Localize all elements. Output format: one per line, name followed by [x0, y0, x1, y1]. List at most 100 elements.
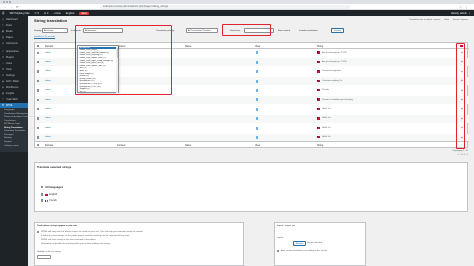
select-all-checkbox[interactable] — [37, 44, 40, 48]
sidebar-item-dashboard[interactable]: ◷ Dashboard — [0, 17, 28, 22]
sidebar-item-insights[interactable]: ▦ Insights — [0, 91, 28, 96]
row-checkbox[interactable] — [37, 98, 40, 101]
col-domain[interactable]: Domain — [45, 45, 53, 48]
row-checkbox[interactable] — [37, 60, 40, 64]
row-domain[interactable]: admin — [45, 136, 51, 138]
screen-options-tab[interactable]: Screen Options — [453, 19, 468, 21]
wordpress-logo-icon[interactable]: Ⓦ — [2, 11, 5, 15]
browse-file-button[interactable]: Browse — [293, 241, 307, 246]
french-checkbox[interactable] — [41, 199, 44, 202]
row-domain[interactable]: admin — [45, 117, 51, 119]
sidebar-item-tools[interactable]: ⚒ Tools — [0, 67, 28, 72]
col-name-footer[interactable]: Name — [185, 144, 191, 147]
view-document-icon[interactable] — [256, 107, 258, 111]
sidebar-item-posts[interactable]: ✎ Posts — [0, 23, 28, 28]
select-all-checkbox-footer[interactable] — [37, 143, 40, 147]
row-domain[interactable]: admin — [45, 61, 51, 63]
forward-arrow-icon[interactable]: → — [10, 5, 13, 9]
submenu-string-translation[interactable]: String Translation — [4, 127, 23, 129]
menu-dots-icon[interactable]: ⋮ — [465, 5, 468, 9]
domain-dropdown-list[interactable]: All domains admin_texts_plugin_ admin_text… — [77, 45, 119, 94]
language-row-english[interactable]: English — [41, 193, 57, 196]
view-document-icon[interactable] — [256, 98, 258, 102]
language-row-french[interactable]: French — [41, 199, 57, 202]
dropdown-scrollbar[interactable] — [116, 46, 118, 94]
collapse-menu-button[interactable]: Collapse menu — [4, 145, 19, 147]
view-document-icon[interactable] — [256, 117, 258, 121]
view-document-icon[interactable] — [256, 79, 258, 83]
seo-badge[interactable]: SEO — [79, 11, 89, 15]
row-checkbox[interactable] — [37, 107, 40, 111]
view-document-icon[interactable] — [256, 126, 258, 130]
col-string-footer[interactable]: String — [317, 144, 323, 147]
sidebar-item-appearance[interactable]: ✐ Appearance — [0, 49, 28, 54]
row-checkbox[interactable] — [37, 89, 40, 92]
include-translations-label[interactable]: Include translations — [299, 30, 318, 32]
create-translations-checkbox[interactable] — [277, 250, 280, 253]
submenu-support[interactable]: Support — [4, 141, 12, 143]
add-translation-plus-icon[interactable]: + — [461, 89, 463, 93]
help-tab[interactable]: Help — [444, 19, 449, 21]
view-document-icon[interactable] — [256, 60, 258, 64]
window-close-dot[interactable] — [3, 1, 5, 3]
view-document-icon[interactable] — [256, 135, 258, 139]
row-domain[interactable]: admin — [45, 127, 51, 129]
row-checkbox[interactable] — [37, 136, 40, 139]
view-document-icon[interactable] — [256, 70, 258, 74]
row-checkbox[interactable] — [37, 70, 40, 73]
exact-match-label[interactable]: Exact match — [278, 30, 290, 32]
search-input[interactable] — [244, 28, 274, 33]
updates-icon[interactable]: ⟳ 5 — [35, 12, 39, 15]
select-all-link[interactable]: (emails) to 20 records — [34, 36, 55, 38]
row-checkbox[interactable] — [37, 126, 40, 130]
add-translation-plus-icon[interactable]: + — [461, 79, 463, 83]
all-languages-row[interactable]: All languages — [41, 185, 63, 189]
pagination-links[interactable]: « ‹ 1 / 2 › » — [457, 154, 468, 156]
view-document-icon[interactable] — [256, 51, 258, 55]
submenu-settings[interactable]: Settings — [4, 137, 12, 139]
sidebar-item-settings[interactable]: ⚙ Settings — [0, 73, 28, 78]
add-translation-plus-icon[interactable]: + — [461, 136, 463, 140]
add-translation-plus-icon[interactable]: + — [461, 60, 463, 64]
language-switcher[interactable]: English — [66, 12, 75, 15]
english-checkbox[interactable] — [41, 193, 44, 196]
add-translation-plus-icon[interactable]: + — [461, 51, 463, 55]
submenu-menus-sync[interactable]: WP Menus Sync — [4, 123, 20, 125]
add-translation-plus-icon[interactable]: + — [461, 107, 463, 111]
row-domain[interactable]: admin — [45, 70, 51, 72]
reload-icon[interactable]: ⟳ — [16, 5, 19, 9]
col-context-footer[interactable]: Context — [117, 144, 125, 147]
howdy-link[interactable]: Howdy, admin — [451, 12, 467, 15]
row-domain[interactable]: admin — [45, 108, 51, 110]
col-name[interactable]: Name — [185, 45, 191, 48]
add-translation-plus-icon[interactable]: + — [461, 70, 463, 74]
sidebar-item-media[interactable]: ▣ Media — [0, 29, 28, 34]
search-button[interactable]: Search — [331, 28, 344, 33]
back-arrow-icon[interactable]: ← — [4, 5, 7, 9]
sidebar-item-plugins[interactable]: ⚙ Plugins — [0, 55, 28, 60]
dropdown-scroll-thumb[interactable] — [116, 48, 118, 58]
priority-select[interactable]: All Translation Priorities — [186, 28, 218, 33]
address-bar[interactable]: example.com/wp-admin/admin.php?page=mlan… — [100, 5, 350, 9]
sidebar-item-pages[interactable]: ▤ Pages — [0, 35, 28, 40]
row-domain[interactable]: admin — [45, 52, 51, 54]
row-checkbox[interactable] — [37, 79, 40, 83]
row-domain[interactable]: admin — [45, 80, 51, 82]
add-translation-plus-icon[interactable]: + — [461, 117, 463, 121]
sidebar-item-wordfence[interactable]: ◈ WordFence — [0, 85, 28, 90]
submenu-taxonomy-translation[interactable]: Taxonomy Translation — [4, 130, 25, 132]
col-domain-footer[interactable]: Domain — [45, 144, 53, 147]
submenu-packages[interactable]: Packages — [4, 134, 14, 136]
add-translation-plus-icon[interactable]: + — [461, 126, 463, 130]
submenu-translation-management[interactable]: Translations Management — [4, 113, 29, 115]
sidebar-item-acf[interactable]: ◆ ACF / Slider — [0, 79, 28, 84]
sidebar-item-users[interactable]: ☺ Users — [0, 61, 28, 66]
window-minimize-dot[interactable] — [6, 1, 8, 3]
avatar[interactable]: ▪ — [469, 12, 470, 15]
all-languages-checkbox[interactable] — [41, 185, 44, 189]
domain-option[interactable]: WP (1) — [79, 91, 119, 94]
sidebar-item-yoast[interactable]: Y Yoast SEO — [0, 97, 28, 102]
view-document-icon[interactable] — [256, 88, 258, 92]
comments-icon[interactable]: ✉ 0 — [44, 12, 48, 15]
sidebar-item-comments[interactable]: ✉ Comments — [0, 41, 28, 46]
